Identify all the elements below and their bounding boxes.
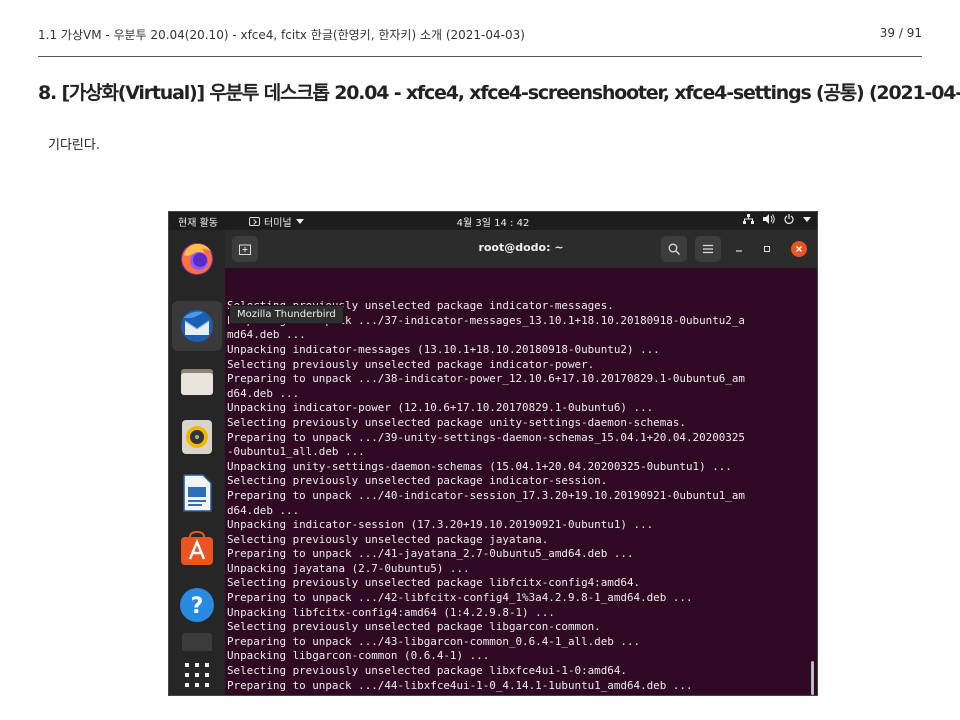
system-tray[interactable] — [743, 214, 811, 224]
dock-files[interactable] — [177, 361, 217, 401]
dock-tooltip: Mozilla Thunderbird — [229, 305, 344, 324]
terminal-line: Preparing to unpack .../38-indicator-pow… — [227, 372, 745, 386]
dock-software[interactable] — [177, 529, 217, 569]
terminal-line: Preparing to unpack .../43-libgarcon-com… — [227, 634, 641, 648]
terminal-line: Selecting previously unselected package … — [227, 532, 549, 546]
menu-button[interactable] — [695, 236, 721, 262]
gnome-topbar: 현재 활동 터미널 4월 3일 14 : 42 — [169, 212, 817, 230]
dock-thunderbird[interactable] — [172, 301, 222, 351]
header-divider — [38, 56, 922, 57]
trash-icon — [182, 633, 212, 651]
terminal-line: Preparing to unpack .../39-unity-setting… — [227, 430, 745, 444]
terminal-output[interactable]: Selecting previously unselected package … — [227, 270, 807, 695]
minimize-button[interactable] — [731, 241, 747, 257]
terminal-line: Preparing to unpack .../42-libfcitx-conf… — [227, 591, 693, 605]
terminal-line: Selecting previously unselected package … — [227, 620, 601, 634]
terminal-line: Unpacking jayatana (2.7-0ubuntu5) ... — [227, 561, 470, 575]
terminal-line: Selecting previously unselected package … — [227, 474, 608, 488]
speaker-icon — [182, 420, 212, 454]
maximize-icon — [764, 246, 770, 252]
thunderbird-icon — [181, 310, 213, 342]
terminal-line: Unpacking indicator-power (12.10.6+17.10… — [227, 401, 654, 415]
page-number: 39 / 91 — [879, 26, 922, 40]
maximize-button[interactable] — [759, 241, 775, 257]
minimize-icon — [736, 250, 742, 252]
terminal-line: Preparing to unpack .../40-indicator-ses… — [227, 488, 745, 502]
folder-icon — [181, 369, 213, 395]
close-icon — [796, 246, 802, 252]
search-icon — [668, 243, 680, 255]
terminal-line: Selecting previously unselected package … — [227, 664, 627, 678]
terminal-line: Selecting previously unselected package … — [227, 576, 641, 590]
help-icon: ? — [180, 588, 214, 622]
show-applications[interactable] — [177, 655, 217, 695]
terminal-line: Unpacking libfcitx-config4:amd64 (1:4.2.… — [227, 605, 555, 619]
terminal-scrollbar[interactable] — [811, 661, 814, 695]
hamburger-icon — [703, 244, 713, 254]
terminal-line: d64.deb ... — [227, 503, 300, 517]
dock-help[interactable]: ? — [177, 585, 217, 625]
terminal-title: root@dodo: ~ — [478, 241, 564, 254]
clock[interactable]: 4월 3일 14 : 42 — [169, 214, 817, 229]
terminal-line: Unpacking libgarcon-common (0.6.4-1) ... — [227, 649, 490, 663]
dock-firefox[interactable] — [177, 238, 217, 278]
terminal-line: Unpacking unity-settings-daemon-schemas … — [227, 459, 732, 473]
document-icon — [183, 474, 212, 512]
dock-trash[interactable] — [177, 630, 217, 652]
header-doc-title: 1.1 가상VM - 우분투 20.04(20.10) - xfce4, fci… — [38, 28, 525, 42]
shopping-bag-icon — [181, 531, 213, 565]
body-text: 기다린다. — [48, 138, 100, 153]
terminal-line: Preparing to unpack .../41-jayatana_2.7-… — [227, 547, 634, 561]
firefox-icon — [181, 243, 213, 275]
network-icon — [743, 214, 754, 224]
power-icon — [784, 214, 794, 224]
terminal-line: Unpacking indicator-session (17.3.20+19.… — [227, 518, 654, 532]
dock: ? — [169, 230, 225, 695]
terminal-line: -0ubuntu1_all.deb ... — [227, 445, 365, 459]
terminal-line: d64.deb ... — [227, 386, 300, 400]
terminal-line: Unpacking libxfce4ui-1-0:amd64 (4.14.1-1… — [227, 693, 807, 695]
terminal-lines: Selecting previously unselected package … — [227, 299, 807, 695]
svg-text:?: ? — [191, 594, 204, 619]
close-button[interactable] — [791, 241, 807, 257]
caret-down-icon — [803, 216, 811, 222]
terminal-line: Selecting previously unselected package … — [227, 357, 595, 371]
search-button[interactable] — [661, 236, 687, 262]
volume-icon — [763, 214, 775, 224]
terminal-line: Preparing to unpack .../44-libxfce4ui-1-… — [227, 678, 693, 692]
terminal-line: Unpacking indicator-messages (13.10.1+18… — [227, 342, 660, 356]
ubuntu-screenshot: 현재 활동 터미널 4월 3일 14 : 42 ? root@dodo: ~ S… — [168, 211, 818, 696]
dock-writer[interactable] — [177, 473, 217, 513]
terminal-line: md64.deb ... — [227, 328, 306, 342]
terminal-line: Selecting previously unselected package … — [227, 415, 686, 429]
dock-rhythmbox[interactable] — [177, 417, 217, 457]
terminal-headerbar: root@dodo: ~ — [225, 230, 817, 268]
grid-icon — [185, 663, 209, 687]
section-title: 8. [가상화(Virtual)] 우분투 데스크톱 20.04 - xfce4… — [38, 82, 960, 104]
